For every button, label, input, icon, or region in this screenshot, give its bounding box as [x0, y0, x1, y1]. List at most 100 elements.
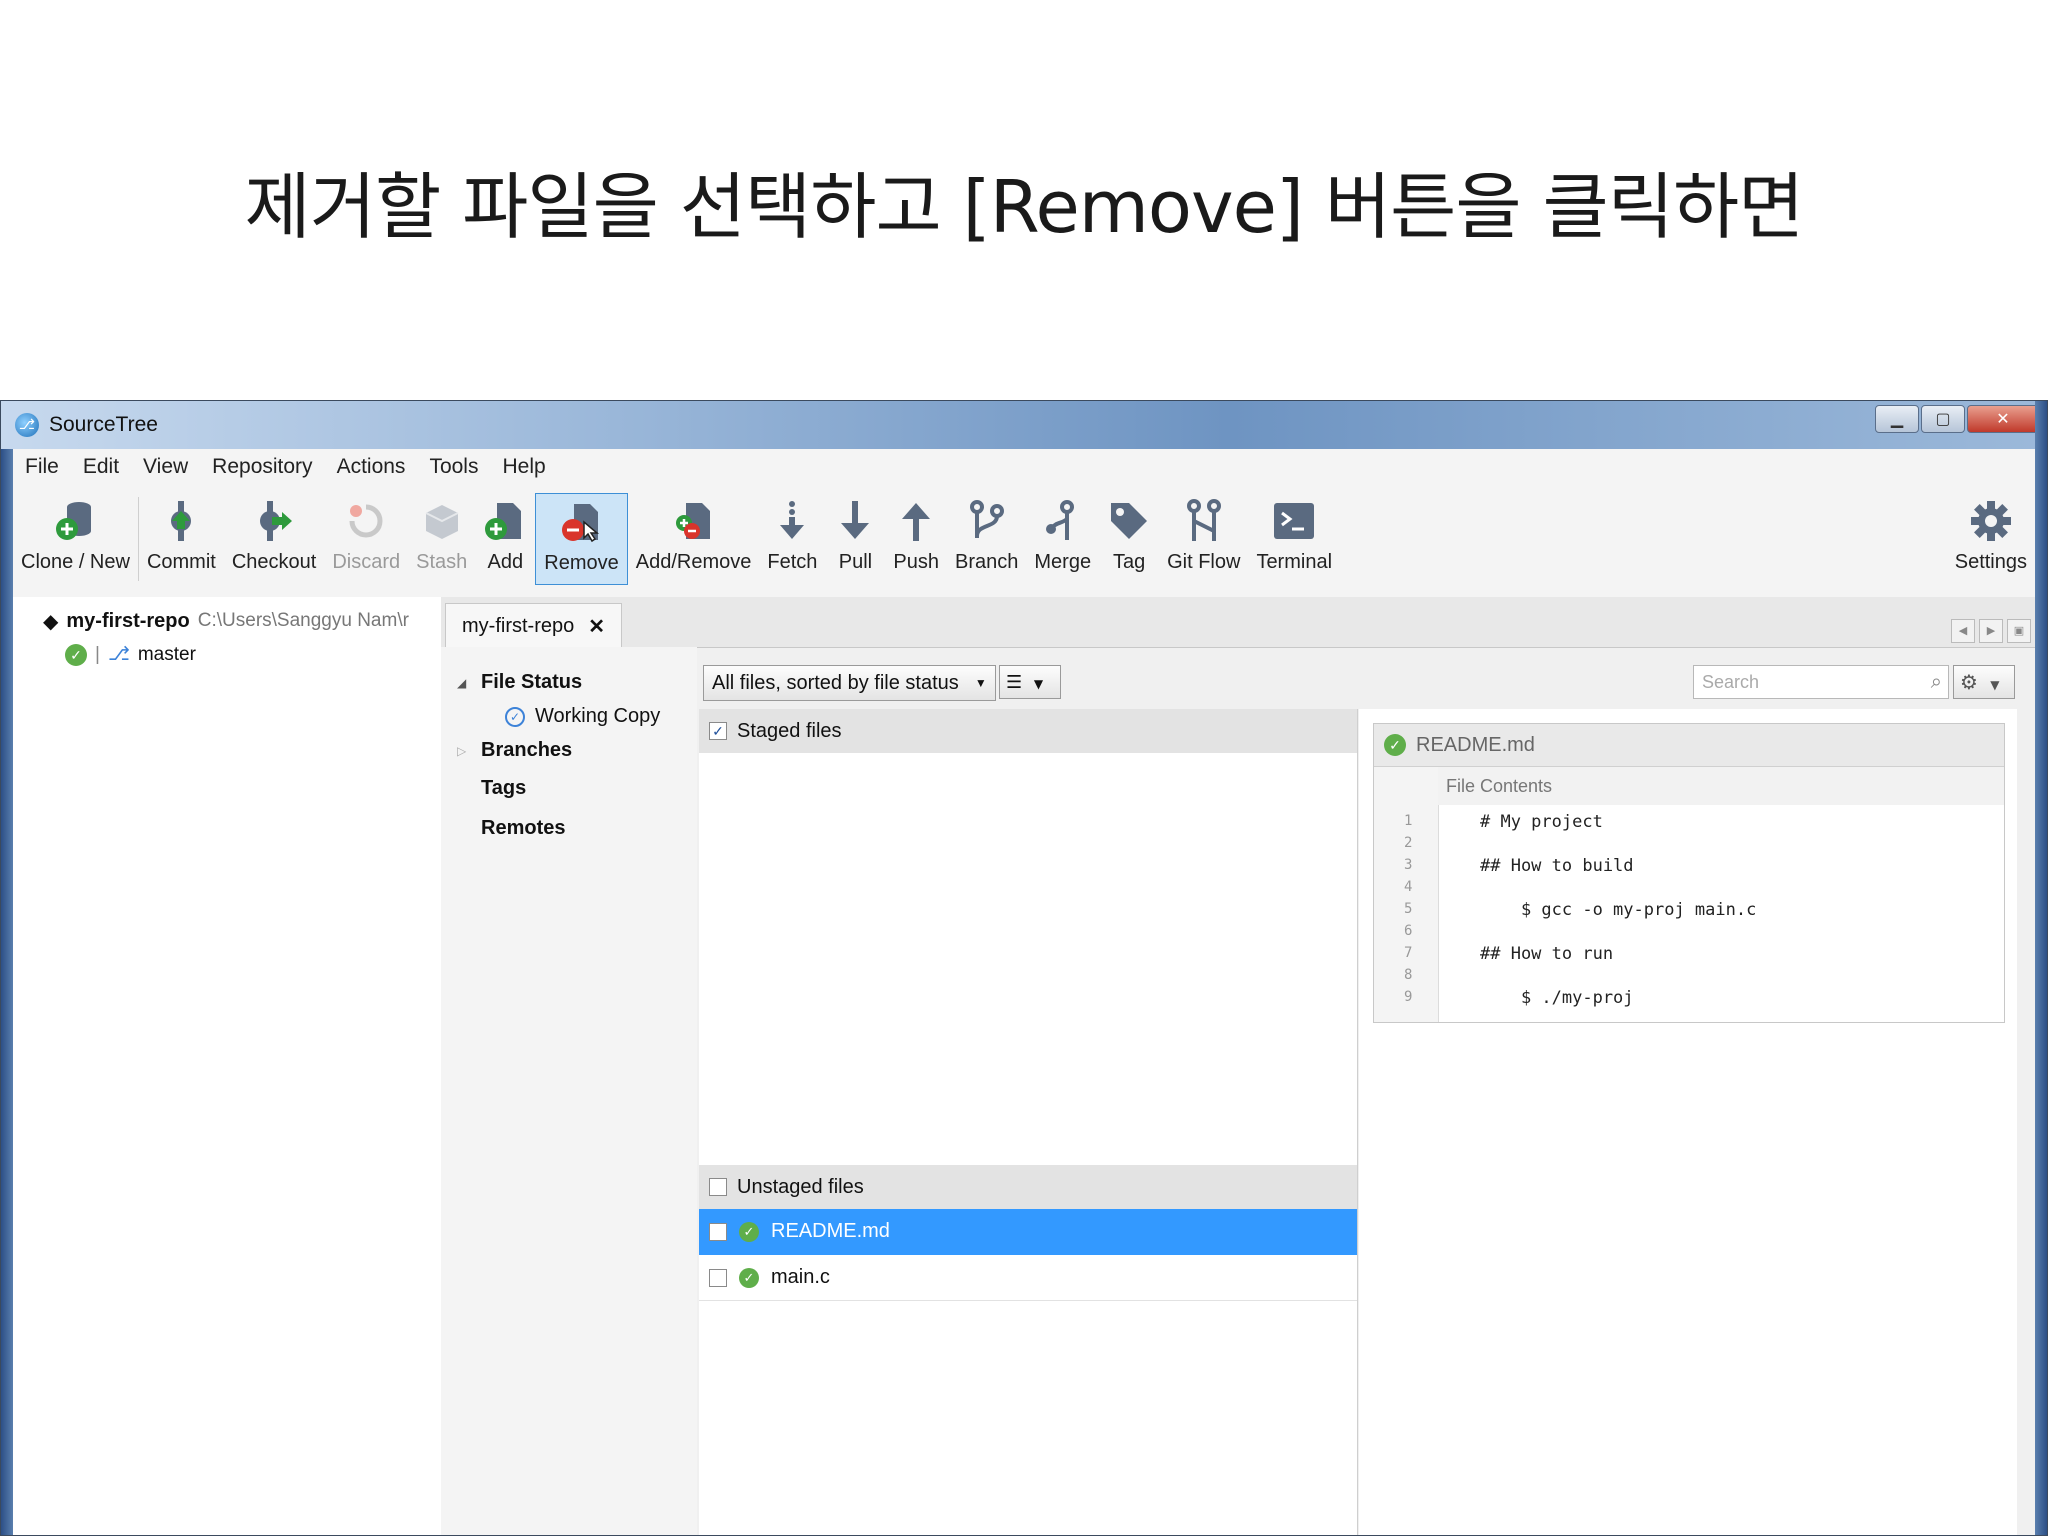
remove-button[interactable]: Remove [535, 493, 628, 585]
tab-scroll-left-icon[interactable]: ◀ [1951, 619, 1975, 643]
stash-button[interactable]: Stash [408, 493, 475, 585]
nav-file-status-label: File Status [481, 671, 583, 693]
menu-file[interactable]: File [13, 455, 71, 479]
nav-branches[interactable]: ▷ Branches [457, 739, 572, 762]
commit-icon [159, 499, 203, 543]
separator-pipe: | [95, 643, 100, 665]
settings-button[interactable]: Settings [1947, 493, 2035, 585]
status-ok-icon: ✓ [65, 643, 87, 666]
discard-label: Discard [332, 551, 401, 573]
unstaged-files-header[interactable]: Unstaged files [699, 1165, 1357, 1209]
tab-close-icon[interactable]: ✕ [588, 614, 605, 639]
menu-tools[interactable]: Tools [417, 455, 490, 479]
staged-files-label: Staged files [737, 719, 842, 742]
file-row-main-c[interactable]: ✓ main.c [699, 1255, 1357, 1301]
add-remove-icon [672, 499, 716, 543]
options-gear-icon: ⚙ [1960, 670, 1978, 694]
branch-icon [965, 499, 1009, 543]
pull-button[interactable]: Pull [825, 493, 885, 585]
view-mode-dropdown[interactable]: ☰ ▼ [999, 665, 1061, 699]
unstaged-select-all-checkbox[interactable] [709, 1178, 727, 1196]
git-flow-button[interactable]: Git Flow [1159, 493, 1248, 585]
nav-working-copy[interactable]: ✓ Working Copy [505, 705, 660, 728]
checkout-button[interactable]: Checkout [224, 493, 325, 585]
tab-my-first-repo[interactable]: my-first-repo ✕ [445, 603, 622, 648]
push-button[interactable]: Push [885, 493, 947, 585]
staged-files-pane: ✓ Staged files [699, 709, 1358, 1165]
minimize-button[interactable]: ▁ [1875, 405, 1919, 433]
file-name: README.md [771, 1220, 890, 1242]
unstaged-files-pane: Unstaged files ✓ README.md ✓ main.c [699, 1165, 1358, 1535]
terminal-icon [1272, 499, 1316, 543]
git-diamond-icon: ◆ [43, 609, 59, 633]
repo-nav-tree: ◢ File Status ✓ Working Copy ▷ Branches … [441, 647, 697, 1535]
line-number: 4 [1404, 879, 1413, 895]
branch-button[interactable]: Branch [947, 493, 1026, 585]
git-flow-label: Git Flow [1167, 551, 1241, 573]
tab-scroll-right-icon[interactable]: ▶ [1979, 619, 2003, 643]
search-icon: ⌕ [1930, 671, 1942, 693]
file-preview-card: ✓ README.md 1 2 3 4 5 6 7 8 9 File Conte… [1373, 723, 2005, 1023]
add-button[interactable]: Add [475, 493, 535, 585]
nav-tags[interactable]: Tags [481, 777, 526, 800]
menu-edit[interactable]: Edit [71, 455, 131, 479]
menu-view[interactable]: View [131, 455, 200, 479]
pull-arrow-down-icon [833, 499, 877, 543]
window-left-border [1, 449, 13, 1535]
nav-file-status[interactable]: ◢ File Status [457, 671, 582, 694]
push-arrow-up-icon [894, 499, 938, 543]
file-row-readme[interactable]: ✓ README.md [699, 1209, 1357, 1255]
line-number: 9 [1404, 989, 1413, 1005]
file-contents-subheader: File Contents [1438, 767, 2004, 805]
slide-caption: 제거할 파일을 선택하고 [Remove] 버튼을 클릭하면 [244, 165, 1805, 249]
terminal-button[interactable]: Terminal [1248, 493, 1340, 585]
stash-label: Stash [416, 551, 468, 573]
menu-actions[interactable]: Actions [325, 455, 418, 479]
tab-list-icon[interactable]: ▣ [2007, 619, 2031, 643]
checkout-label: Checkout [231, 551, 317, 573]
settings-label: Settings [1954, 551, 2027, 573]
add-remove-button[interactable]: Add/Remove [628, 493, 760, 585]
tag-button[interactable]: Tag [1099, 493, 1159, 585]
discard-button[interactable]: Discard [324, 493, 408, 585]
file-checkbox[interactable] [709, 1268, 727, 1287]
nav-remotes[interactable]: Remotes [481, 817, 565, 840]
line-number: 7 [1404, 945, 1413, 961]
close-button[interactable]: ✕ [1967, 405, 2039, 433]
push-label: Push [893, 551, 940, 573]
menu-repository[interactable]: Repository [200, 455, 324, 479]
toolbar: Clone / New Commit Checkout Discard Stas… [13, 485, 2035, 597]
line-number: 5 [1404, 901, 1413, 917]
view-dropdown-arrow-icon: ▼ [1033, 677, 1044, 691]
search-input[interactable]: Search ⌕ [1693, 665, 1949, 699]
unstaged-files-label: Unstaged files [737, 1175, 864, 1198]
merge-button[interactable]: Merge [1026, 493, 1099, 585]
commit-button[interactable]: Commit [139, 493, 224, 585]
code-line: ## How to build [1480, 856, 1634, 876]
staged-files-header[interactable]: ✓ Staged files [699, 709, 1357, 753]
line-number-gutter: 1 2 3 4 5 6 7 8 9 [1374, 767, 1439, 1022]
sourcetree-window: ⎇ SourceTree ▁ ▢ ✕ File Edit View Reposi… [0, 400, 2048, 1536]
repo-tab-strip: my-first-repo ✕ ◀ ▶ ▣ [441, 597, 2035, 648]
discard-icon [344, 499, 388, 543]
menu-help[interactable]: Help [490, 455, 557, 479]
nav-tags-label: Tags [481, 777, 527, 799]
options-dropdown-arrow-icon: ▼ [1990, 678, 2000, 692]
staged-select-all-checkbox[interactable]: ✓ [709, 722, 727, 740]
fetch-button[interactable]: Fetch [759, 493, 825, 585]
nav-branches-label: Branches [481, 739, 573, 761]
file-sort-dropdown[interactable]: All files, sorted by file status ▼ [703, 665, 996, 701]
code-line: $ ./my-proj [1480, 988, 1634, 1008]
tab-scroll-controls: ◀ ▶ ▣ [1951, 619, 2031, 643]
options-gear-dropdown[interactable]: ⚙ ▼ [1953, 665, 2015, 699]
code-line: ## How to run [1480, 944, 1614, 964]
search-placeholder: Search [1702, 672, 1760, 692]
maximize-button[interactable]: ▢ [1921, 405, 1965, 433]
merge-icon [1041, 499, 1085, 543]
clone-new-button[interactable]: Clone / New [13, 493, 138, 585]
database-plus-icon [53, 499, 97, 543]
file-checkbox[interactable] [709, 1222, 727, 1241]
add-remove-label: Add/Remove [635, 551, 752, 573]
terminal-label: Terminal [1256, 551, 1333, 573]
repo-entry[interactable]: ◆ my-first-repo C:\Users\Sanggyu Nam\r [43, 609, 409, 633]
